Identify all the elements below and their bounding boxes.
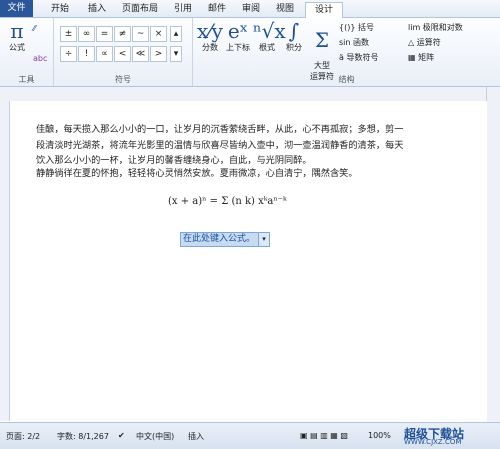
body-paragraph-1[interactable]: 佳酿，每天揽入那么小小的一口，让岁月的沉香萦绕舌畔，从此，心不再孤寂；多想，剪一… (36, 122, 454, 169)
symbol-not-equal[interactable]: ≠ (114, 26, 131, 42)
symbol-plus-minus[interactable]: ± (60, 26, 77, 42)
symbol-divide[interactable]: ÷ (60, 46, 77, 62)
linear-icon[interactable]: abc (33, 54, 47, 63)
limit-button[interactable]: lim 极限和对数 (408, 22, 463, 33)
status-bar: 页面: 2/2 字数: 8/1,267 ✔ 中文(中国) 插入 ▣ ▤ ▥ ▦ … (0, 422, 500, 449)
word-count[interactable]: 字数: 8/1,267 (57, 431, 109, 442)
zoom-level[interactable]: 100% (368, 431, 391, 440)
group-symbols: ± ∞ = ≠ ~ × ÷ ! ∝ < ≪ > ▴ ▾ 符号 (54, 18, 193, 86)
symbol-infinity[interactable]: ∞ (78, 26, 95, 42)
vertical-ruler[interactable] (0, 101, 10, 421)
vertical-scrollbar[interactable] (486, 87, 500, 422)
symbol-equals[interactable]: = (96, 26, 113, 42)
tab-insert[interactable]: 插入 (84, 2, 110, 17)
ribbon: π 公式 ⁄⁄ abc 工具 ± ∞ = ≠ ~ × ÷ ! ∝ < ≪ > ▴… (0, 18, 500, 87)
tab-view[interactable]: 视图 (272, 2, 298, 17)
tab-page-layout[interactable]: 页面布局 (118, 2, 162, 17)
ribbon-tabs: 文件 开始 插入 页面布局 引用 邮件 审阅 视图 设计 (0, 0, 500, 19)
large-operator-button[interactable]: Σ 大型 运算符 (307, 20, 337, 82)
symbol-factorial[interactable]: ! (78, 46, 95, 62)
operator-button[interactable]: △ 运算符 (408, 37, 441, 48)
accent-button[interactable]: ä 导数符号 (339, 52, 378, 63)
horizontal-ruler[interactable] (0, 87, 500, 102)
function-button[interactable]: sin 函数 (339, 37, 369, 48)
radical-button[interactable]: ⁿ√x 根式 (253, 19, 286, 53)
operator-icon: △ (408, 38, 415, 47)
watermark-url: WWW.CJXZ.COM (404, 438, 462, 446)
tab-mailings[interactable]: 邮件 (204, 2, 230, 17)
symbols-more-icon[interactable]: ▾ (170, 46, 182, 62)
tab-home[interactable]: 开始 (44, 2, 76, 17)
tab-review[interactable]: 审阅 (238, 2, 264, 17)
group-symbols-label: 符号 (115, 75, 131, 84)
group-tools: π 公式 ⁄⁄ abc 工具 (0, 18, 54, 86)
language[interactable]: 中文(中国) (136, 431, 174, 442)
body-paragraph-2[interactable]: 静静徜徉在夏的怀抱，轻轻将心灵悄然安放。夏雨微凉，心自清宁，隅然含笑。 (36, 166, 454, 182)
radical-icon: ⁿ√x (253, 19, 286, 43)
group-structures: x⁄y 分数 eˣ 上下标 ⁿ√x 根式 ∫ 积分 Σ 大型 运算符 {()} … (193, 18, 500, 86)
symbol-much-less[interactable]: ≪ (132, 46, 149, 62)
group-tools-label: 工具 (18, 75, 35, 84)
equation-placeholder[interactable]: 在此处键入公式。 (180, 232, 261, 247)
bracket-icon: {()} (339, 23, 356, 32)
function-icon: sin (339, 38, 351, 47)
insert-mode[interactable]: 插入 (188, 431, 204, 442)
pi-icon: π (10, 19, 24, 43)
accent-icon: ä (339, 53, 344, 62)
group-structures-label: 结构 (338, 75, 355, 84)
integral-icon: ∫ (288, 19, 300, 43)
bracket-button[interactable]: {()} 括号 (339, 22, 374, 33)
matrix-button[interactable]: ▦ 矩阵 (408, 52, 434, 63)
integral-button[interactable]: ∫ 积分 (281, 20, 307, 53)
symbols-scroll-up-icon[interactable]: ▴ (170, 26, 182, 42)
symbol-proportional[interactable]: ∝ (96, 46, 113, 62)
equation[interactable]: (x + a)ⁿ = Σ (n k) xᵏaⁿ⁻ᵏ (168, 196, 287, 207)
sigma-icon: Σ (314, 28, 330, 52)
symbol-greater-than[interactable]: > (150, 46, 167, 62)
symbol-tilde[interactable]: ~ (132, 26, 149, 42)
tab-design[interactable]: 设计 (305, 2, 343, 19)
fraction-button[interactable]: x⁄y 分数 (197, 20, 223, 53)
view-buttons[interactable]: ▣ ▤ ▥ ▦ ▧ (300, 431, 348, 440)
page-count[interactable]: 页面: 2/2 (6, 431, 40, 442)
tab-references[interactable]: 引用 (170, 2, 196, 17)
equation-options-dropdown[interactable]: ▾ (258, 232, 270, 247)
proofing-icon[interactable]: ✔ (118, 431, 125, 440)
professional-icon[interactable]: ⁄⁄ (33, 24, 36, 33)
script-icon: eˣ (227, 19, 249, 43)
tab-file[interactable]: 文件 (0, 0, 33, 17)
symbol-times[interactable]: × (150, 26, 167, 42)
matrix-icon: ▦ (408, 53, 416, 62)
limit-icon: lim (408, 23, 421, 32)
script-button[interactable]: eˣ 上下标 (223, 20, 253, 53)
symbol-less-than[interactable]: < (114, 46, 131, 62)
formula-button[interactable]: π 公式 (6, 20, 28, 53)
fraction-icon: x⁄y (197, 19, 223, 43)
